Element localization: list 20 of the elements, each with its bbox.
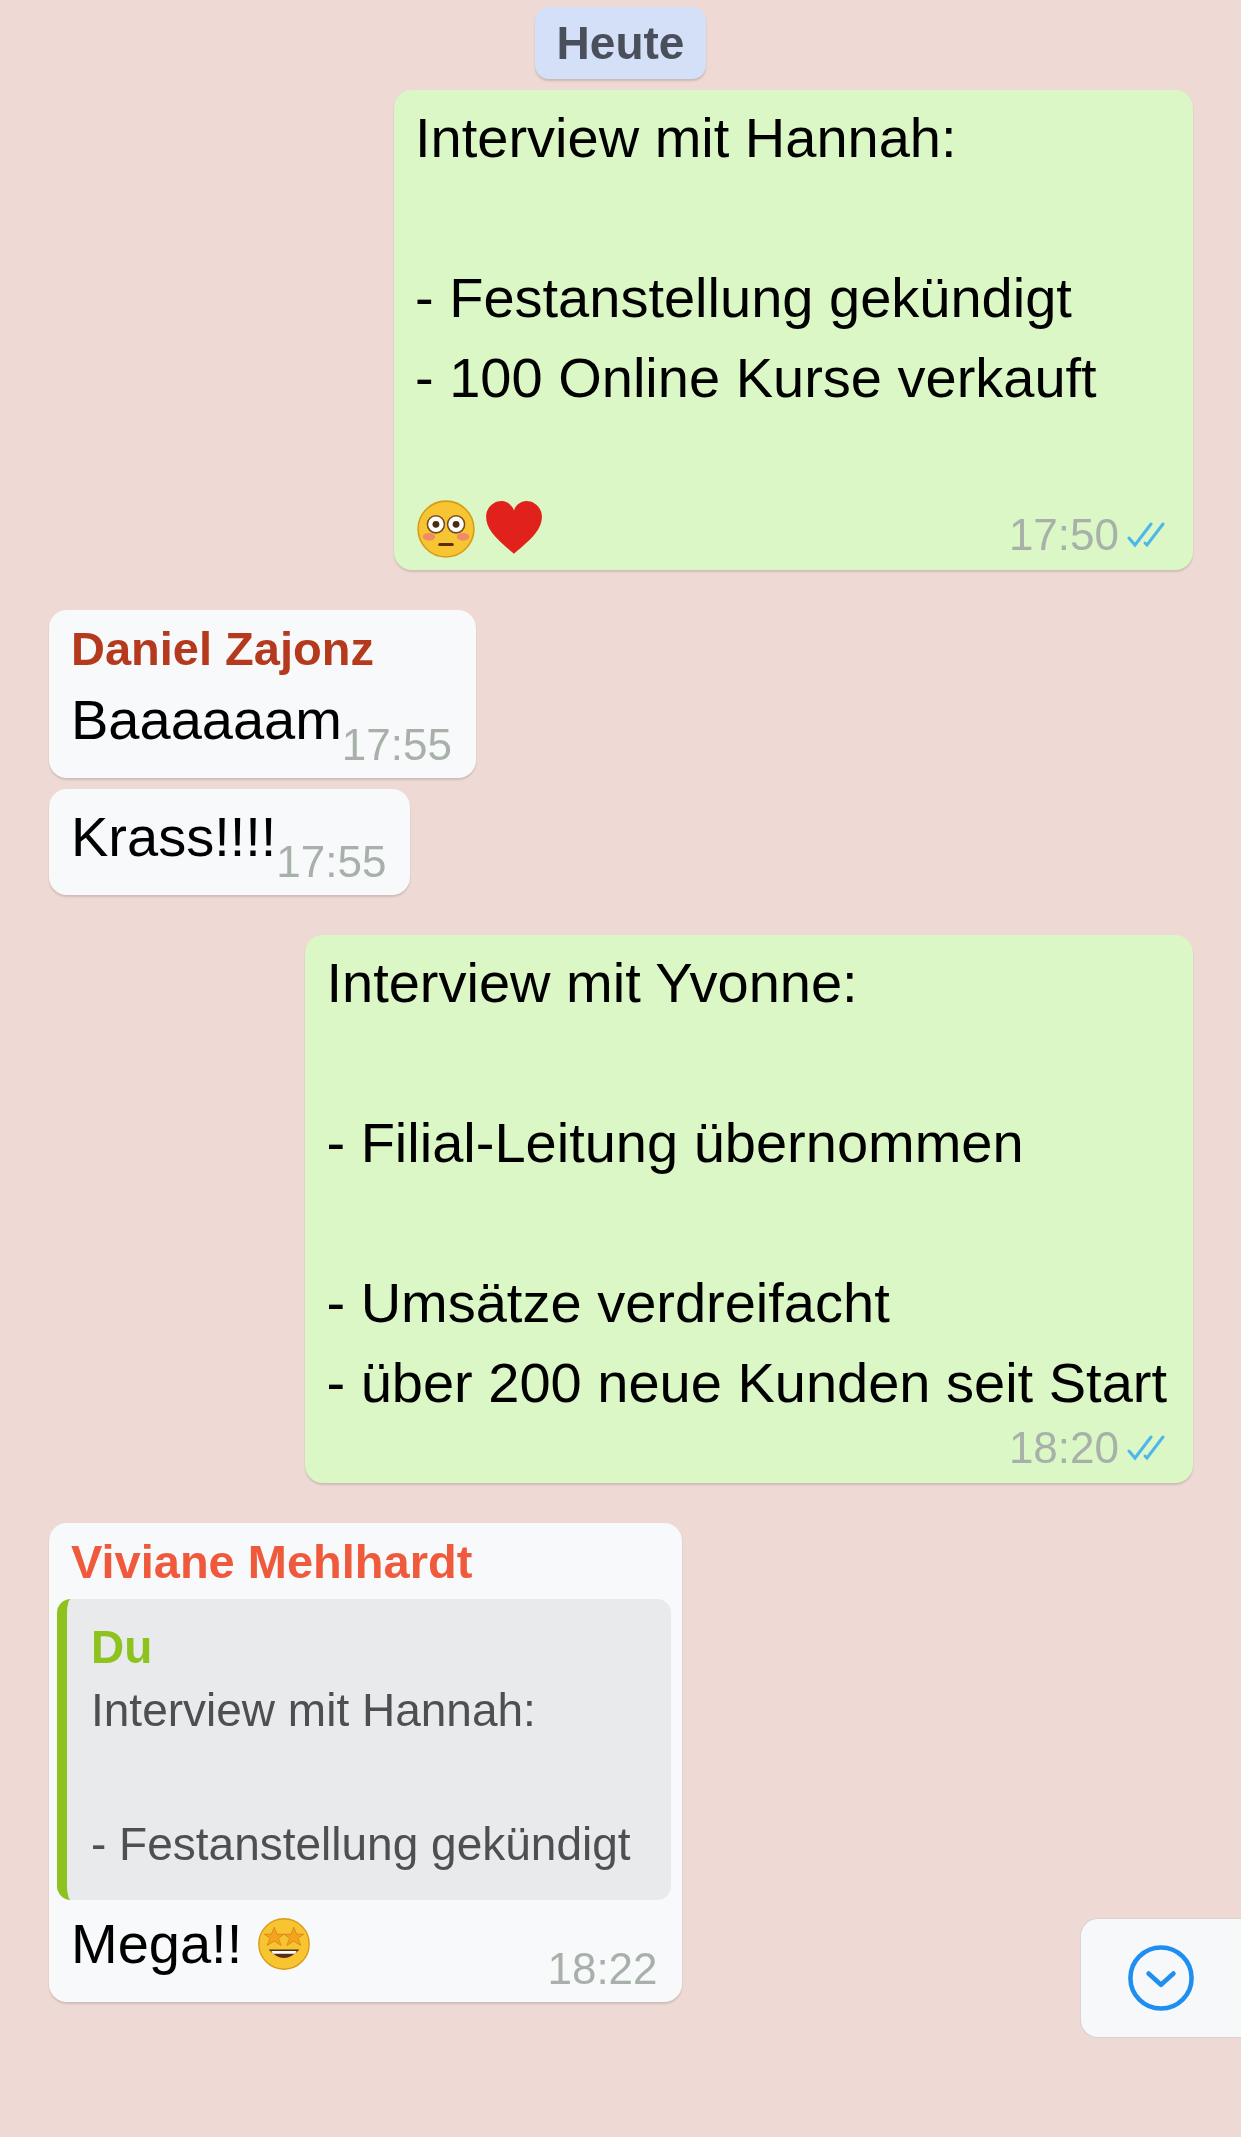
message-time: 17:55 xyxy=(341,720,452,770)
sender-name: Viviane Mehlhardt xyxy=(71,1534,474,1590)
date-chip: Heute xyxy=(534,7,707,79)
message-text: Interview mit Hannah: - Festanstellung gekündigt - 100 Online Kurse verkauft xyxy=(415,105,1097,411)
message-time: 17:50 xyxy=(1008,510,1119,560)
message-time: 18:20 xyxy=(1008,1423,1119,1473)
star-eyes-emoji-icon xyxy=(256,1916,313,1972)
message-time: 18:22 xyxy=(547,1944,658,1994)
message-text: Mega!! xyxy=(71,1911,243,1977)
message-text: Interview mit Yvonne: - Filial-Leitung übernommen - Umsätze verdreifacht - über 200 neue Kunden seit Start xyxy=(326,950,1167,1416)
message-text: Baaaaaam xyxy=(71,687,342,753)
sender-name: Daniel Zajonz xyxy=(71,621,375,677)
message-time: 17:55 xyxy=(276,837,387,887)
quote-author: Du xyxy=(91,1620,154,1675)
chevron-down-icon xyxy=(1127,1944,1195,2012)
quote-text: Interview mit Hannah: - Festanstellung gekündigt xyxy=(91,1683,631,1872)
quoted-message[interactable]: Du Interview mit Hannah: - Festanstellung gekündigt xyxy=(57,1599,671,1900)
message-text: Krass!!!! xyxy=(71,804,277,870)
flushed-face-emoji-icon xyxy=(415,498,477,560)
scroll-down-button[interactable] xyxy=(1080,1918,1241,2038)
